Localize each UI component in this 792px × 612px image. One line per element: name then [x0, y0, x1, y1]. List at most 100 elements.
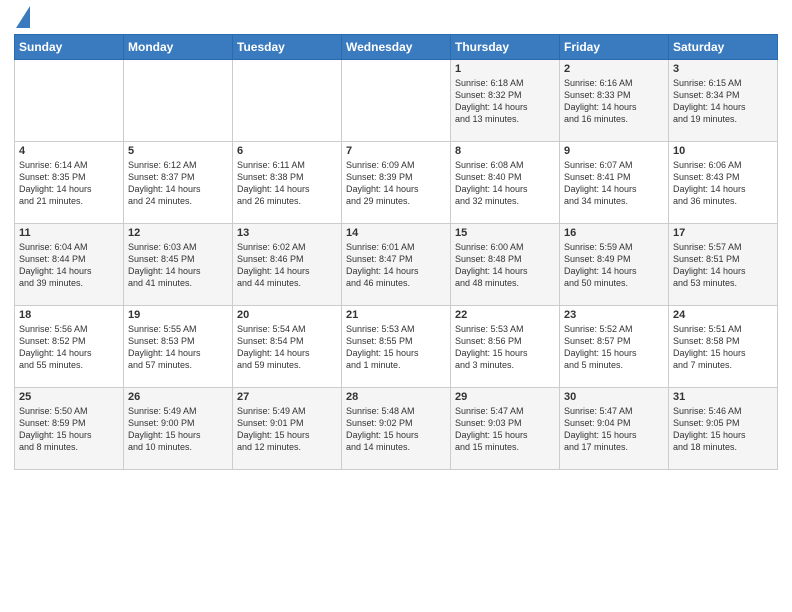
logo [14, 10, 30, 28]
calendar-cell [124, 60, 233, 142]
calendar-header-tuesday: Tuesday [233, 35, 342, 60]
day-info: Sunrise: 5:56 AM Sunset: 8:52 PM Dayligh… [19, 323, 119, 372]
day-number: 6 [237, 145, 337, 157]
day-number: 12 [128, 227, 228, 239]
day-number: 25 [19, 391, 119, 403]
day-number: 27 [237, 391, 337, 403]
calendar-cell: 5 Sunrise: 6:12 AM Sunset: 8:37 PM Daylig… [124, 142, 233, 224]
calendar-cell: 17Sunrise: 5:57 AM Sunset: 8:51 PM Dayli… [669, 224, 778, 306]
day-info: Sunrise: 5:47 AM Sunset: 9:03 PM Dayligh… [455, 405, 555, 454]
day-number: 2 [564, 63, 664, 75]
day-number: 28 [346, 391, 446, 403]
calendar-week-5: 25 Sunrise: 5:50 AM Sunset: 8:59 PM Dayli… [15, 388, 778, 470]
day-number: 31 [673, 391, 773, 403]
calendar-cell: 11 Sunrise: 6:04 AM Sunset: 8:44 PM Dayli… [15, 224, 124, 306]
day-number: 8 [455, 145, 555, 157]
day-number: 29 [455, 391, 555, 403]
calendar-header-sunday: Sunday [15, 35, 124, 60]
day-number: 19 [128, 309, 228, 321]
day-number: 5 [128, 145, 228, 157]
calendar-cell: 14 Sunrise: 6:01 AM Sunset: 8:47 PM Dayli… [342, 224, 451, 306]
day-info: Sunrise: 5:47 AM Sunset: 9:04 PM Dayligh… [564, 405, 664, 454]
calendar-cell: 26Sunrise: 5:49 AM Sunset: 9:00 PM Dayli… [124, 388, 233, 470]
calendar-week-3: 11 Sunrise: 6:04 AM Sunset: 8:44 PM Dayli… [15, 224, 778, 306]
calendar-cell [342, 60, 451, 142]
calendar-header-row: SundayMondayTuesdayWednesdayThursdayFrid… [15, 35, 778, 60]
calendar-cell: 21Sunrise: 5:53 AM Sunset: 8:55 PM Dayli… [342, 306, 451, 388]
day-number: 3 [673, 63, 773, 75]
day-number: 18 [19, 309, 119, 321]
calendar-cell: 4 Sunrise: 6:14 AM Sunset: 8:35 PM Daylig… [15, 142, 124, 224]
calendar-cell: 22 Sunrise: 5:53 AM Sunset: 8:56 PM Dayli… [451, 306, 560, 388]
day-info: Sunrise: 6:09 AM Sunset: 8:39 PM Dayligh… [346, 159, 446, 208]
day-number: 11 [19, 227, 119, 239]
day-number: 7 [346, 145, 446, 157]
day-info: Sunrise: 6:18 AM Sunset: 8:32 PM Dayligh… [455, 77, 555, 126]
day-info: Sunrise: 5:59 AM Sunset: 8:49 PM Dayligh… [564, 241, 664, 290]
day-info: Sunrise: 6:07 AM Sunset: 8:41 PM Dayligh… [564, 159, 664, 208]
calendar-cell: 18 Sunrise: 5:56 AM Sunset: 8:52 PM Dayli… [15, 306, 124, 388]
calendar-cell: 31 Sunrise: 5:46 AM Sunset: 9:05 PM Dayli… [669, 388, 778, 470]
logo-triangle-icon [16, 6, 30, 28]
day-info: Sunrise: 6:00 AM Sunset: 8:48 PM Dayligh… [455, 241, 555, 290]
day-number: 15 [455, 227, 555, 239]
day-number: 1 [455, 63, 555, 75]
calendar-cell: 13 Sunrise: 6:02 AM Sunset: 8:46 PM Dayli… [233, 224, 342, 306]
calendar-cell: 24Sunrise: 5:51 AM Sunset: 8:58 PM Dayli… [669, 306, 778, 388]
day-number: 9 [564, 145, 664, 157]
day-info: Sunrise: 5:52 AM Sunset: 8:57 PM Dayligh… [564, 323, 664, 372]
day-info: Sunrise: 6:02 AM Sunset: 8:46 PM Dayligh… [237, 241, 337, 290]
day-info: Sunrise: 6:06 AM Sunset: 8:43 PM Dayligh… [673, 159, 773, 208]
header [14, 10, 778, 28]
calendar-header-wednesday: Wednesday [342, 35, 451, 60]
day-info: Sunrise: 6:11 AM Sunset: 8:38 PM Dayligh… [237, 159, 337, 208]
day-number: 14 [346, 227, 446, 239]
day-info: Sunrise: 6:01 AM Sunset: 8:47 PM Dayligh… [346, 241, 446, 290]
day-info: Sunrise: 6:16 AM Sunset: 8:33 PM Dayligh… [564, 77, 664, 126]
day-info: Sunrise: 5:55 AM Sunset: 8:53 PM Dayligh… [128, 323, 228, 372]
day-info: Sunrise: 6:04 AM Sunset: 8:44 PM Dayligh… [19, 241, 119, 290]
day-info: Sunrise: 5:49 AM Sunset: 9:01 PM Dayligh… [237, 405, 337, 454]
calendar-cell: 30 Sunrise: 5:47 AM Sunset: 9:04 PM Dayli… [560, 388, 669, 470]
day-number: 21 [346, 309, 446, 321]
calendar-header-monday: Monday [124, 35, 233, 60]
calendar-cell: 8 Sunrise: 6:08 AM Sunset: 8:40 PM Daylig… [451, 142, 560, 224]
calendar-week-2: 4 Sunrise: 6:14 AM Sunset: 8:35 PM Daylig… [15, 142, 778, 224]
calendar-cell: 3 Sunrise: 6:15 AM Sunset: 8:34 PM Daylig… [669, 60, 778, 142]
day-info: Sunrise: 6:15 AM Sunset: 8:34 PM Dayligh… [673, 77, 773, 126]
calendar-cell: 28 Sunrise: 5:48 AM Sunset: 9:02 PM Dayli… [342, 388, 451, 470]
calendar-header-thursday: Thursday [451, 35, 560, 60]
day-info: Sunrise: 5:48 AM Sunset: 9:02 PM Dayligh… [346, 405, 446, 454]
day-info: Sunrise: 5:50 AM Sunset: 8:59 PM Dayligh… [19, 405, 119, 454]
page: SundayMondayTuesdayWednesdayThursdayFrid… [0, 0, 792, 612]
calendar-cell: 27 Sunrise: 5:49 AM Sunset: 9:01 PM Dayli… [233, 388, 342, 470]
calendar-cell: 16Sunrise: 5:59 AM Sunset: 8:49 PM Dayli… [560, 224, 669, 306]
day-info: Sunrise: 6:12 AM Sunset: 8:37 PM Dayligh… [128, 159, 228, 208]
calendar-cell: 20 Sunrise: 5:54 AM Sunset: 8:54 PM Dayli… [233, 306, 342, 388]
calendar-cell: 2 Sunrise: 6:16 AM Sunset: 8:33 PM Daylig… [560, 60, 669, 142]
calendar: SundayMondayTuesdayWednesdayThursdayFrid… [14, 34, 778, 470]
calendar-week-4: 18 Sunrise: 5:56 AM Sunset: 8:52 PM Dayli… [15, 306, 778, 388]
day-number: 13 [237, 227, 337, 239]
day-number: 20 [237, 309, 337, 321]
calendar-cell [15, 60, 124, 142]
calendar-cell: 12 Sunrise: 6:03 AM Sunset: 8:45 PM Dayli… [124, 224, 233, 306]
calendar-week-1: 1 Sunrise: 6:18 AM Sunset: 8:32 PM Daylig… [15, 60, 778, 142]
day-info: Sunrise: 6:08 AM Sunset: 8:40 PM Dayligh… [455, 159, 555, 208]
day-info: Sunrise: 6:14 AM Sunset: 8:35 PM Dayligh… [19, 159, 119, 208]
calendar-cell: 25 Sunrise: 5:50 AM Sunset: 8:59 PM Dayli… [15, 388, 124, 470]
calendar-cell: 7 Sunrise: 6:09 AM Sunset: 8:39 PM Daylig… [342, 142, 451, 224]
day-number: 30 [564, 391, 664, 403]
day-number: 17 [673, 227, 773, 239]
day-number: 22 [455, 309, 555, 321]
day-info: Sunrise: 5:51 AM Sunset: 8:58 PM Dayligh… [673, 323, 773, 372]
day-info: Sunrise: 5:46 AM Sunset: 9:05 PM Dayligh… [673, 405, 773, 454]
day-info: Sunrise: 6:03 AM Sunset: 8:45 PM Dayligh… [128, 241, 228, 290]
calendar-cell: 9 Sunrise: 6:07 AM Sunset: 8:41 PM Daylig… [560, 142, 669, 224]
calendar-cell: 29 Sunrise: 5:47 AM Sunset: 9:03 PM Dayli… [451, 388, 560, 470]
calendar-cell: 1 Sunrise: 6:18 AM Sunset: 8:32 PM Daylig… [451, 60, 560, 142]
day-info: Sunrise: 5:53 AM Sunset: 8:56 PM Dayligh… [455, 323, 555, 372]
calendar-cell: 10Sunrise: 6:06 AM Sunset: 8:43 PM Dayli… [669, 142, 778, 224]
day-info: Sunrise: 5:54 AM Sunset: 8:54 PM Dayligh… [237, 323, 337, 372]
day-number: 4 [19, 145, 119, 157]
